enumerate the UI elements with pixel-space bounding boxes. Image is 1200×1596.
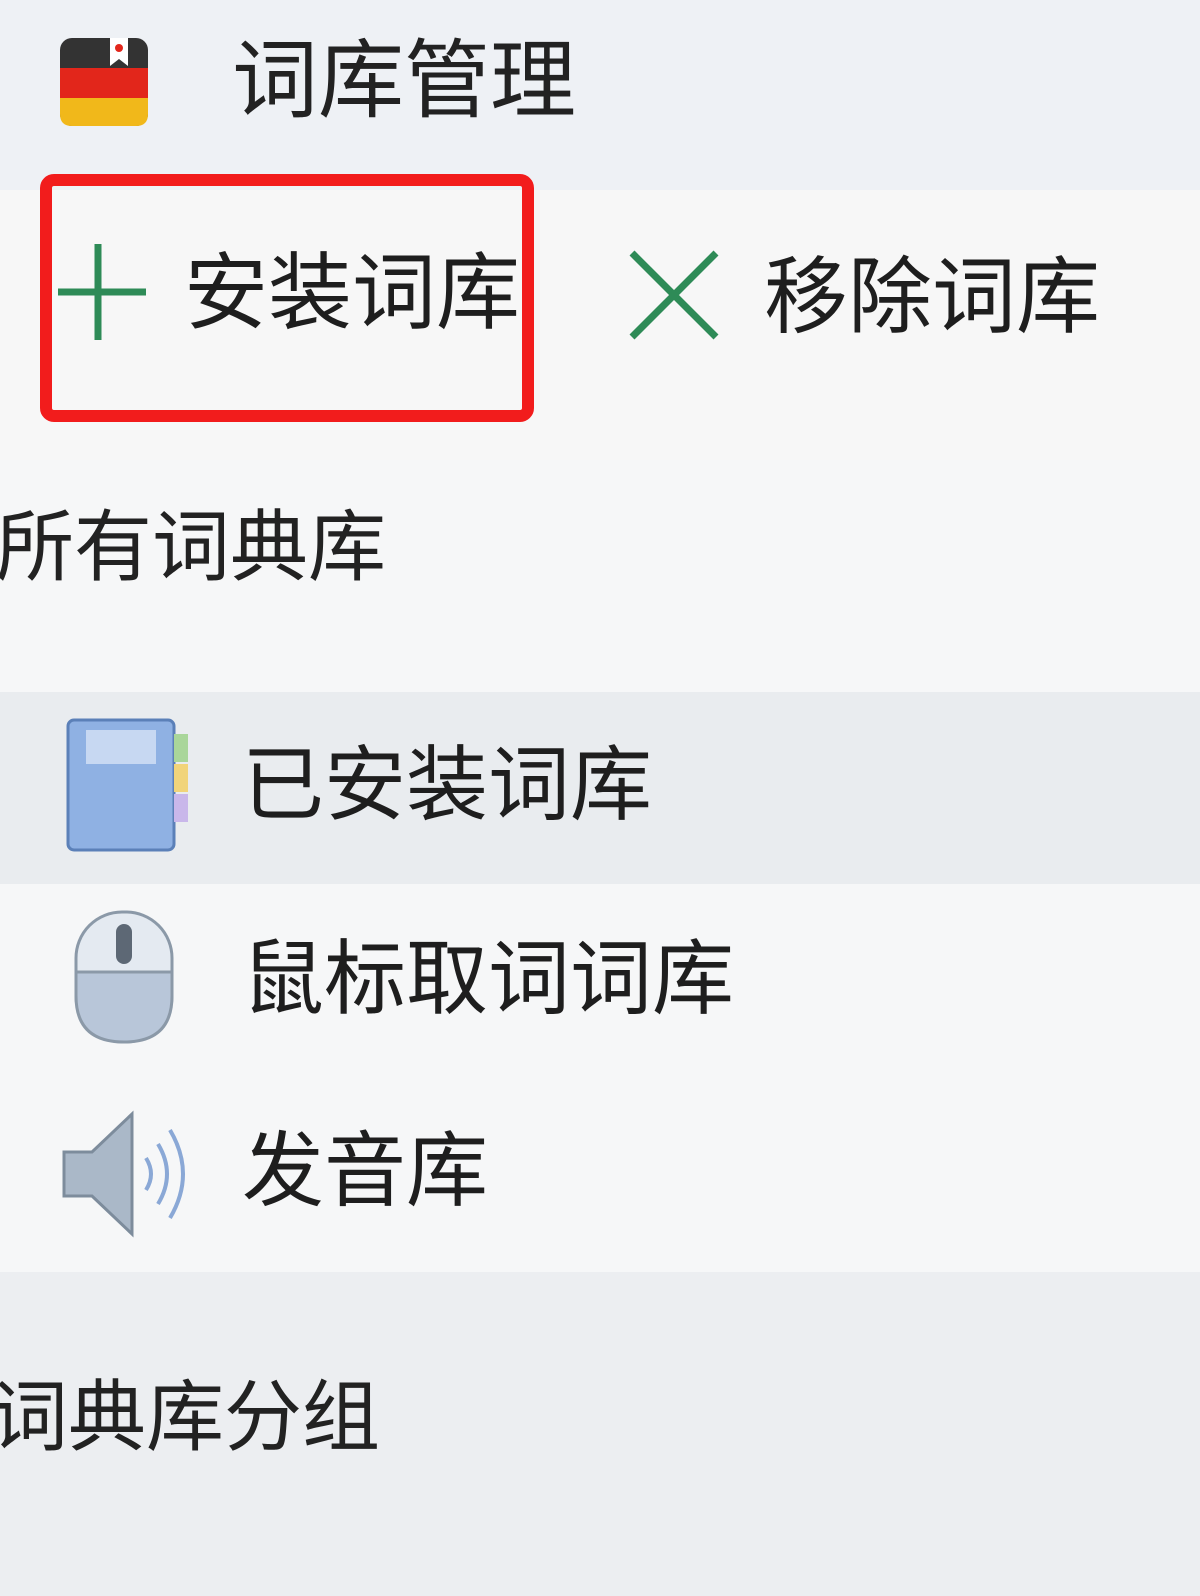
mouse-icon [58,906,198,1046]
notebook-icon [58,714,198,854]
x-icon [624,245,724,349]
window-title: 词库管理 [232,31,576,131]
title-bar [0,0,1200,190]
all-libraries-heading: 所有词典库 [0,503,387,593]
nav-item-pronunciation-libraries[interactable]: 发音库 [0,1076,1200,1272]
nav-item-label: 鼠标取词词库 [242,932,735,1027]
remove-library-button[interactable]: 移除词库 [624,242,1100,352]
library-groups-heading: 词典库分组 [0,1373,381,1463]
nav-item-label: 发音库 [242,1124,489,1219]
install-library-button[interactable]: 安装词库 [54,238,520,348]
nav-item-mouse-lookup-libraries[interactable]: 鼠标取词词库 [0,884,1200,1076]
plus-icon [54,236,150,350]
nav-item-label: 已安装词库 [242,738,653,833]
speaker-icon [58,1104,198,1244]
nav-item-installed-libraries[interactable]: 已安装词库 [0,692,1200,884]
remove-library-label: 移除词库 [764,248,1101,346]
install-library-label: 安装词库 [184,244,521,342]
german-flag-book-icon [58,36,150,128]
